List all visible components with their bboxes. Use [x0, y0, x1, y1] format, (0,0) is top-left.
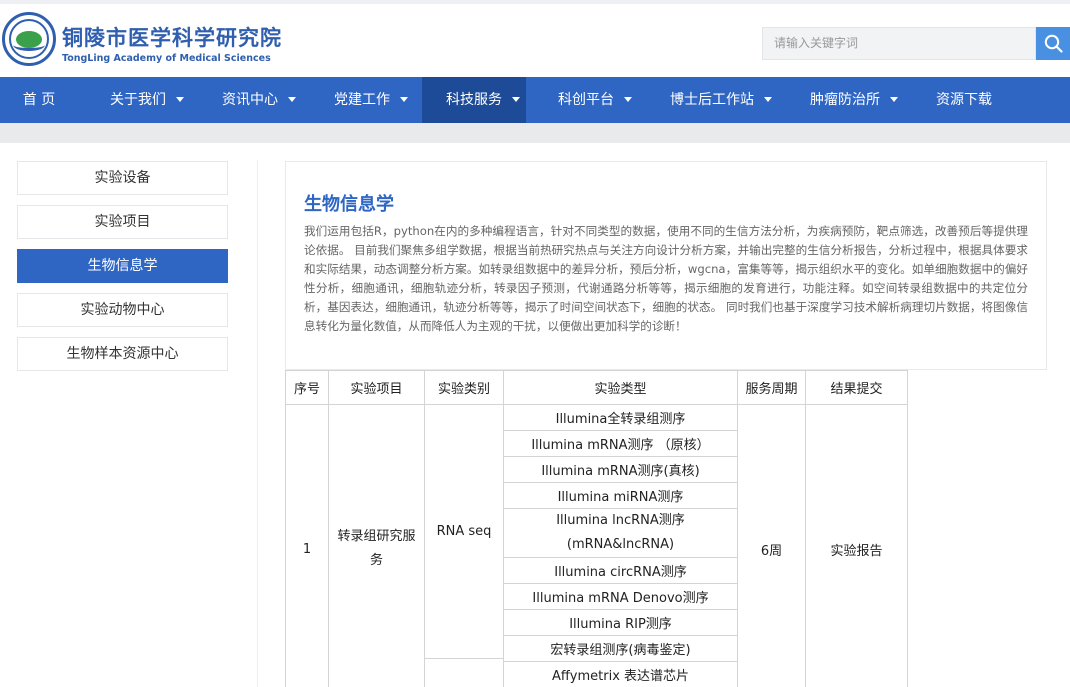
nav-item-party[interactable]: 党建工作 — [334, 77, 408, 123]
nav-item-downloads[interactable]: 资源下载 — [936, 77, 992, 123]
caret-down-icon — [400, 97, 408, 102]
table-cell-type: Illumina circRNA测序 — [503, 557, 738, 584]
nav-item-tech-services[interactable]: 科技服务 — [422, 77, 526, 123]
sidebar-item-bioinformatics[interactable]: 生物信息学 — [17, 249, 228, 283]
table-cell-type: Affymetrix 表达谱芯片 — [503, 661, 738, 687]
sidebar-item-biobank[interactable]: 生物样本资源中心 — [17, 337, 228, 371]
page-title: 生物信息学 — [304, 194, 394, 215]
table-cell-type: 宏转录组测序(病毒鉴定) — [503, 635, 738, 662]
table-cell-type: Illumina mRNA测序(真核) — [503, 456, 738, 483]
sidebar-divider — [257, 160, 258, 687]
sidebar-item-animal-center[interactable]: 实验动物中心 — [17, 293, 228, 327]
caret-down-icon — [890, 97, 898, 102]
site-subtitle: TongLing Academy of Medical Sciences — [62, 53, 271, 64]
caret-down-icon — [624, 97, 632, 102]
table-header-category: 实验类别 — [424, 370, 504, 405]
nav-item-innovation[interactable]: 科创平台 — [558, 77, 632, 123]
search-icon — [1044, 34, 1063, 53]
table-cell-type: Illumina mRNA测序 （原核） — [503, 430, 738, 457]
table-cell-type: Illumina lncRNA测序 (mRNA&lncRNA) — [503, 508, 738, 558]
table-cell-category: RNA seq — [424, 404, 504, 659]
site-header: 铜陵市医学科学研究院 TongLing Academy of Medical S… — [0, 4, 1070, 77]
table-header-period: 服务周期 — [737, 370, 806, 405]
table-cell-result: 实验报告 — [805, 404, 908, 687]
table-header-type: 实验类型 — [503, 370, 738, 405]
main-nav: 首 页 关于我们 资讯中心 党建工作 科技服务 科创平台 博士后工作站 肿瘤防治… — [0, 77, 1070, 123]
intro-panel: 生物信息学 我们运用包括R，python在内的多种编程语言，针对不同类型的数据，… — [285, 161, 1047, 370]
table-header-result: 结果提交 — [805, 370, 908, 405]
sidebar-item-equipment[interactable]: 实验设备 — [17, 161, 228, 195]
search-input[interactable]: 请输入关键字词 — [762, 27, 1036, 60]
table-cell-period: 6周 — [737, 404, 806, 687]
table-cell-category-2 — [424, 658, 504, 687]
table-cell-type: Illumina全转录组测序 — [503, 404, 738, 431]
caret-down-icon — [764, 97, 772, 102]
banner-strip — [0, 123, 1070, 143]
table-header-project: 实验项目 — [328, 370, 425, 405]
caret-down-icon — [512, 97, 520, 102]
academy-logo-icon[interactable] — [2, 12, 56, 66]
nav-item-about[interactable]: 关于我们 — [110, 77, 184, 123]
caret-down-icon — [176, 97, 184, 102]
sidebar-item-projects[interactable]: 实验项目 — [17, 205, 228, 239]
table-cell-project: 转录组研究服务 — [328, 404, 425, 687]
table-cell-type: Illumina mRNA Denovo测序 — [503, 583, 738, 610]
site-title[interactable]: 铜陵市医学科学研究院 — [62, 22, 282, 52]
nav-item-home[interactable]: 首 页 — [0, 77, 78, 123]
table-header-index: 序号 — [285, 370, 329, 405]
intro-description: 我们运用包括R，python在内的多种编程语言，针对不同类型的数据，使用不同的生… — [304, 224, 1028, 333]
nav-item-news[interactable]: 资讯中心 — [222, 77, 296, 123]
nav-item-postdoc[interactable]: 博士后工作站 — [670, 77, 772, 123]
table-cell-type: Illumina miRNA测序 — [503, 482, 738, 509]
caret-down-icon — [288, 97, 296, 102]
nav-item-oncology[interactable]: 肿瘤防治所 — [810, 77, 898, 123]
table-cell-type: Illumina RIP测序 — [503, 609, 738, 636]
search-button[interactable] — [1036, 27, 1070, 60]
table-cell-index: 1 — [285, 404, 329, 687]
